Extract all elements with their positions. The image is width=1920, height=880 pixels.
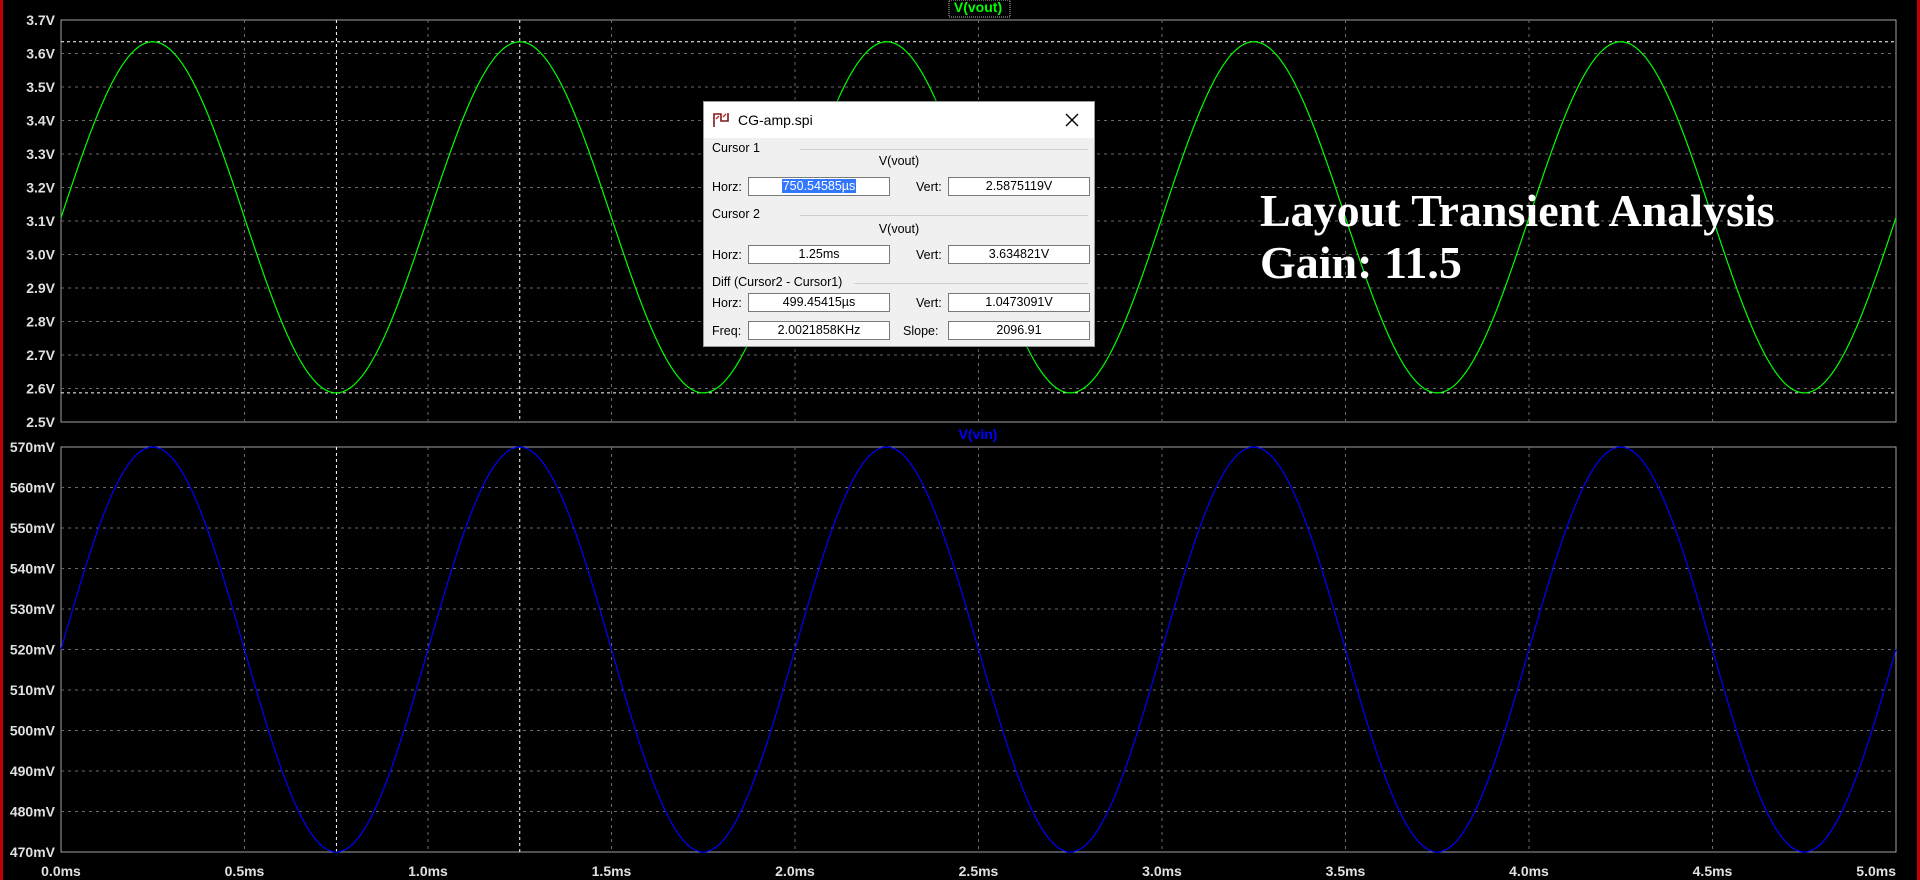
cursor2-vert-label: Vert: (916, 248, 942, 262)
x-tick-label: 4.5ms (1693, 863, 1733, 879)
trace-label-vin[interactable]: V(vin) (959, 426, 998, 442)
ltspice-app-icon (713, 113, 729, 127)
y-tick-label-vin: 470mV (10, 844, 56, 860)
x-tick-label: 1.5ms (592, 863, 632, 879)
y-tick-label-vout: 3.1V (26, 213, 55, 229)
x-tick-label: 5.0ms (1856, 863, 1896, 879)
cursor2-horz-label: Horz: (712, 248, 742, 262)
x-tick-label: 3.0ms (1142, 863, 1182, 879)
freq-field[interactable]: 2.0021858KHz (748, 321, 890, 340)
trace-label-vout[interactable]: V(vout) (954, 0, 1002, 15)
x-tick-label: 4.0ms (1509, 863, 1549, 879)
diff-group-label: Diff (Cursor2 - Cursor1) (712, 275, 843, 289)
cursor2-separator (800, 215, 1088, 216)
y-tick-label-vout: 2.7V (26, 347, 55, 363)
cursor2-group-label: Cursor 2 (712, 207, 760, 221)
y-tick-label-vin: 530mV (10, 601, 56, 617)
cursor2-trace-name: V(vout) (878, 222, 920, 236)
diff-vert-field[interactable]: 1.0473091V (948, 293, 1090, 312)
y-tick-label-vout: 3.6V (26, 46, 55, 62)
cursor1-separator (800, 149, 1088, 150)
y-tick-label-vin: 570mV (10, 439, 56, 455)
cursor1-horz-field[interactable]: 750.54585µs (748, 177, 890, 196)
y-tick-label-vout: 3.7V (26, 12, 55, 28)
freq-label: Freq: (712, 324, 742, 338)
cursor1-vert-field[interactable]: 2.5875119V (948, 177, 1090, 196)
cursor1-vert-label: Vert: (916, 180, 942, 194)
x-tick-label: 2.5ms (959, 863, 999, 879)
cursor2-vert-field[interactable]: 3.634821V (948, 245, 1090, 264)
y-tick-label-vout: 3.2V (26, 180, 55, 196)
y-tick-label-vin: 490mV (10, 763, 56, 779)
annotation-text: Layout Transient Analysis Gain: 11.5 (1260, 185, 1775, 289)
annotation-title: Layout Transient Analysis (1260, 185, 1775, 236)
cursor1-trace-name: V(vout) (878, 154, 920, 168)
y-tick-label-vout: 2.8V (26, 314, 55, 330)
x-tick-label: 2.0ms (775, 863, 815, 879)
y-tick-label-vin: 500mV (10, 723, 56, 739)
dialog-titlebar[interactable]: CG-amp.spi (704, 102, 1094, 138)
cursor1-horz-value: 750.54585µs (781, 179, 857, 193)
y-tick-label-vin: 540mV (10, 561, 56, 577)
cursor1-group-label: Cursor 1 (712, 141, 760, 155)
y-tick-label-vout: 3.4V (26, 113, 55, 129)
cursor-dialog[interactable]: CG-amp.spi Cursor 1 V(vout) Horz: 750.54… (703, 101, 1095, 347)
y-tick-label-vout: 3.5V (26, 79, 55, 95)
annotation-gain: Gain: 11.5 (1260, 237, 1462, 288)
window-border-left (0, 0, 3, 880)
slope-label: Slope: (903, 324, 939, 338)
x-tick-label: 0.0ms (41, 863, 81, 879)
y-tick-label-vout: 2.9V (26, 280, 55, 296)
y-tick-label-vin: 550mV (10, 520, 56, 536)
y-tick-label-vout: 2.6V (26, 381, 55, 397)
y-tick-label-vin: 510mV (10, 682, 56, 698)
y-tick-label-vin: 480mV (10, 804, 56, 820)
x-tick-label: 0.5ms (225, 863, 265, 879)
close-icon[interactable] (1058, 106, 1086, 134)
y-tick-label-vout: 3.0V (26, 247, 55, 263)
y-tick-label-vout: 3.3V (26, 146, 55, 162)
diff-horz-field[interactable]: 499.45415µs (748, 293, 890, 312)
y-tick-label-vin: 520mV (10, 642, 56, 658)
diff-vert-label: Vert: (916, 296, 942, 310)
y-tick-label-vout: 2.5V (26, 414, 55, 430)
y-tick-label-vin: 560mV (10, 480, 56, 496)
cursor1-horz-label: Horz: (712, 180, 742, 194)
x-tick-label: 1.0ms (408, 863, 448, 879)
slope-field[interactable]: 2096.91 (948, 321, 1090, 340)
diff-horz-label: Horz: (712, 296, 742, 310)
cursor2-horz-field[interactable]: 1.25ms (748, 245, 890, 264)
diff-separator (854, 283, 1088, 284)
dialog-title: CG-amp.spi (738, 112, 813, 128)
x-tick-label: 3.5ms (1326, 863, 1366, 879)
